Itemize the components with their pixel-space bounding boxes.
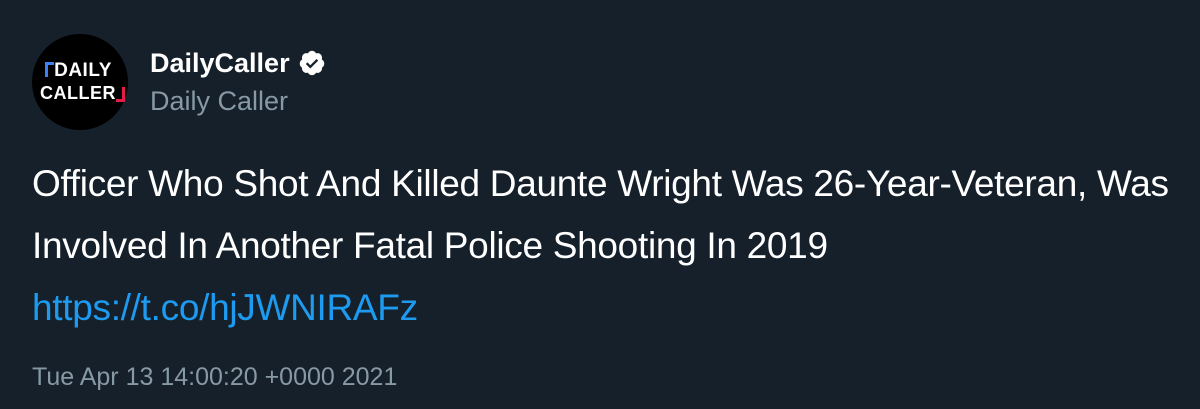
logo-corner-red	[116, 87, 125, 102]
display-name[interactable]: DailyCaller	[150, 46, 290, 80]
tweet-card: DAILY CALLER DailyCaller Daily Caller Of…	[0, 0, 1200, 409]
tweet-link[interactable]: https://t.co/hjJWNIRAFz	[32, 287, 418, 328]
avatar[interactable]: DAILY CALLER	[32, 34, 128, 130]
tweet-header: DAILY CALLER DailyCaller Daily Caller	[32, 34, 326, 130]
author-handle[interactable]: Daily Caller	[150, 84, 326, 118]
author-names: DailyCaller Daily Caller	[150, 46, 326, 118]
avatar-logo-line-2: CALLER	[40, 82, 125, 104]
avatar-logo-line-1: DAILY	[45, 60, 112, 82]
display-name-row: DailyCaller	[150, 46, 326, 80]
tweet-text-content: Officer Who Shot And Killed Daunte Wrigh…	[32, 163, 1169, 266]
tweet-timestamp[interactable]: Tue Apr 13 14:00:20 +0000 2021	[32, 362, 397, 392]
verified-badge-icon	[299, 50, 324, 76]
tweet-text: Officer Who Shot And Killed Daunte Wrigh…	[32, 153, 1182, 339]
logo-corner-blue	[45, 62, 55, 77]
